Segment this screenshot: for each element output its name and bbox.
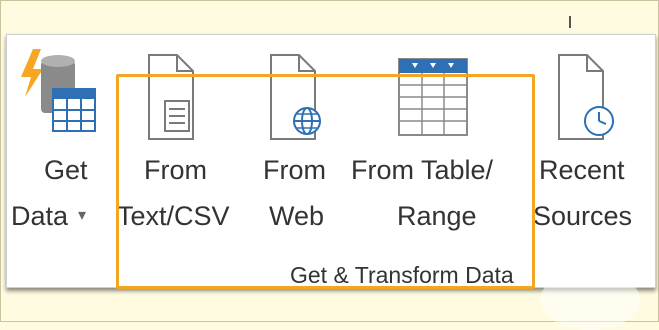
chevron-down-icon[interactable]: ▾ — [78, 205, 86, 225]
database-table-icon — [21, 49, 96, 132]
get-data-label-line2: Data — [11, 201, 69, 231]
get-data-button[interactable]: Get Data ▾ — [11, 45, 103, 245]
recent-sources-button[interactable]: Recent Sources — [533, 45, 651, 245]
get-data-label-line1: Get — [44, 155, 88, 185]
group-label: Get & Transform Data — [290, 262, 514, 288]
recent-sources-icon — [558, 54, 614, 140]
highlight-box — [116, 74, 535, 289]
recent-sources-label-line2: Sources — [533, 201, 633, 231]
recent-sources-label-line1: Recent — [539, 155, 625, 185]
divider-mark — [569, 16, 571, 28]
ribbon-group: Get Data ▾ From Text/CSV From Web From T… — [6, 34, 656, 289]
watermark — [540, 270, 640, 330]
